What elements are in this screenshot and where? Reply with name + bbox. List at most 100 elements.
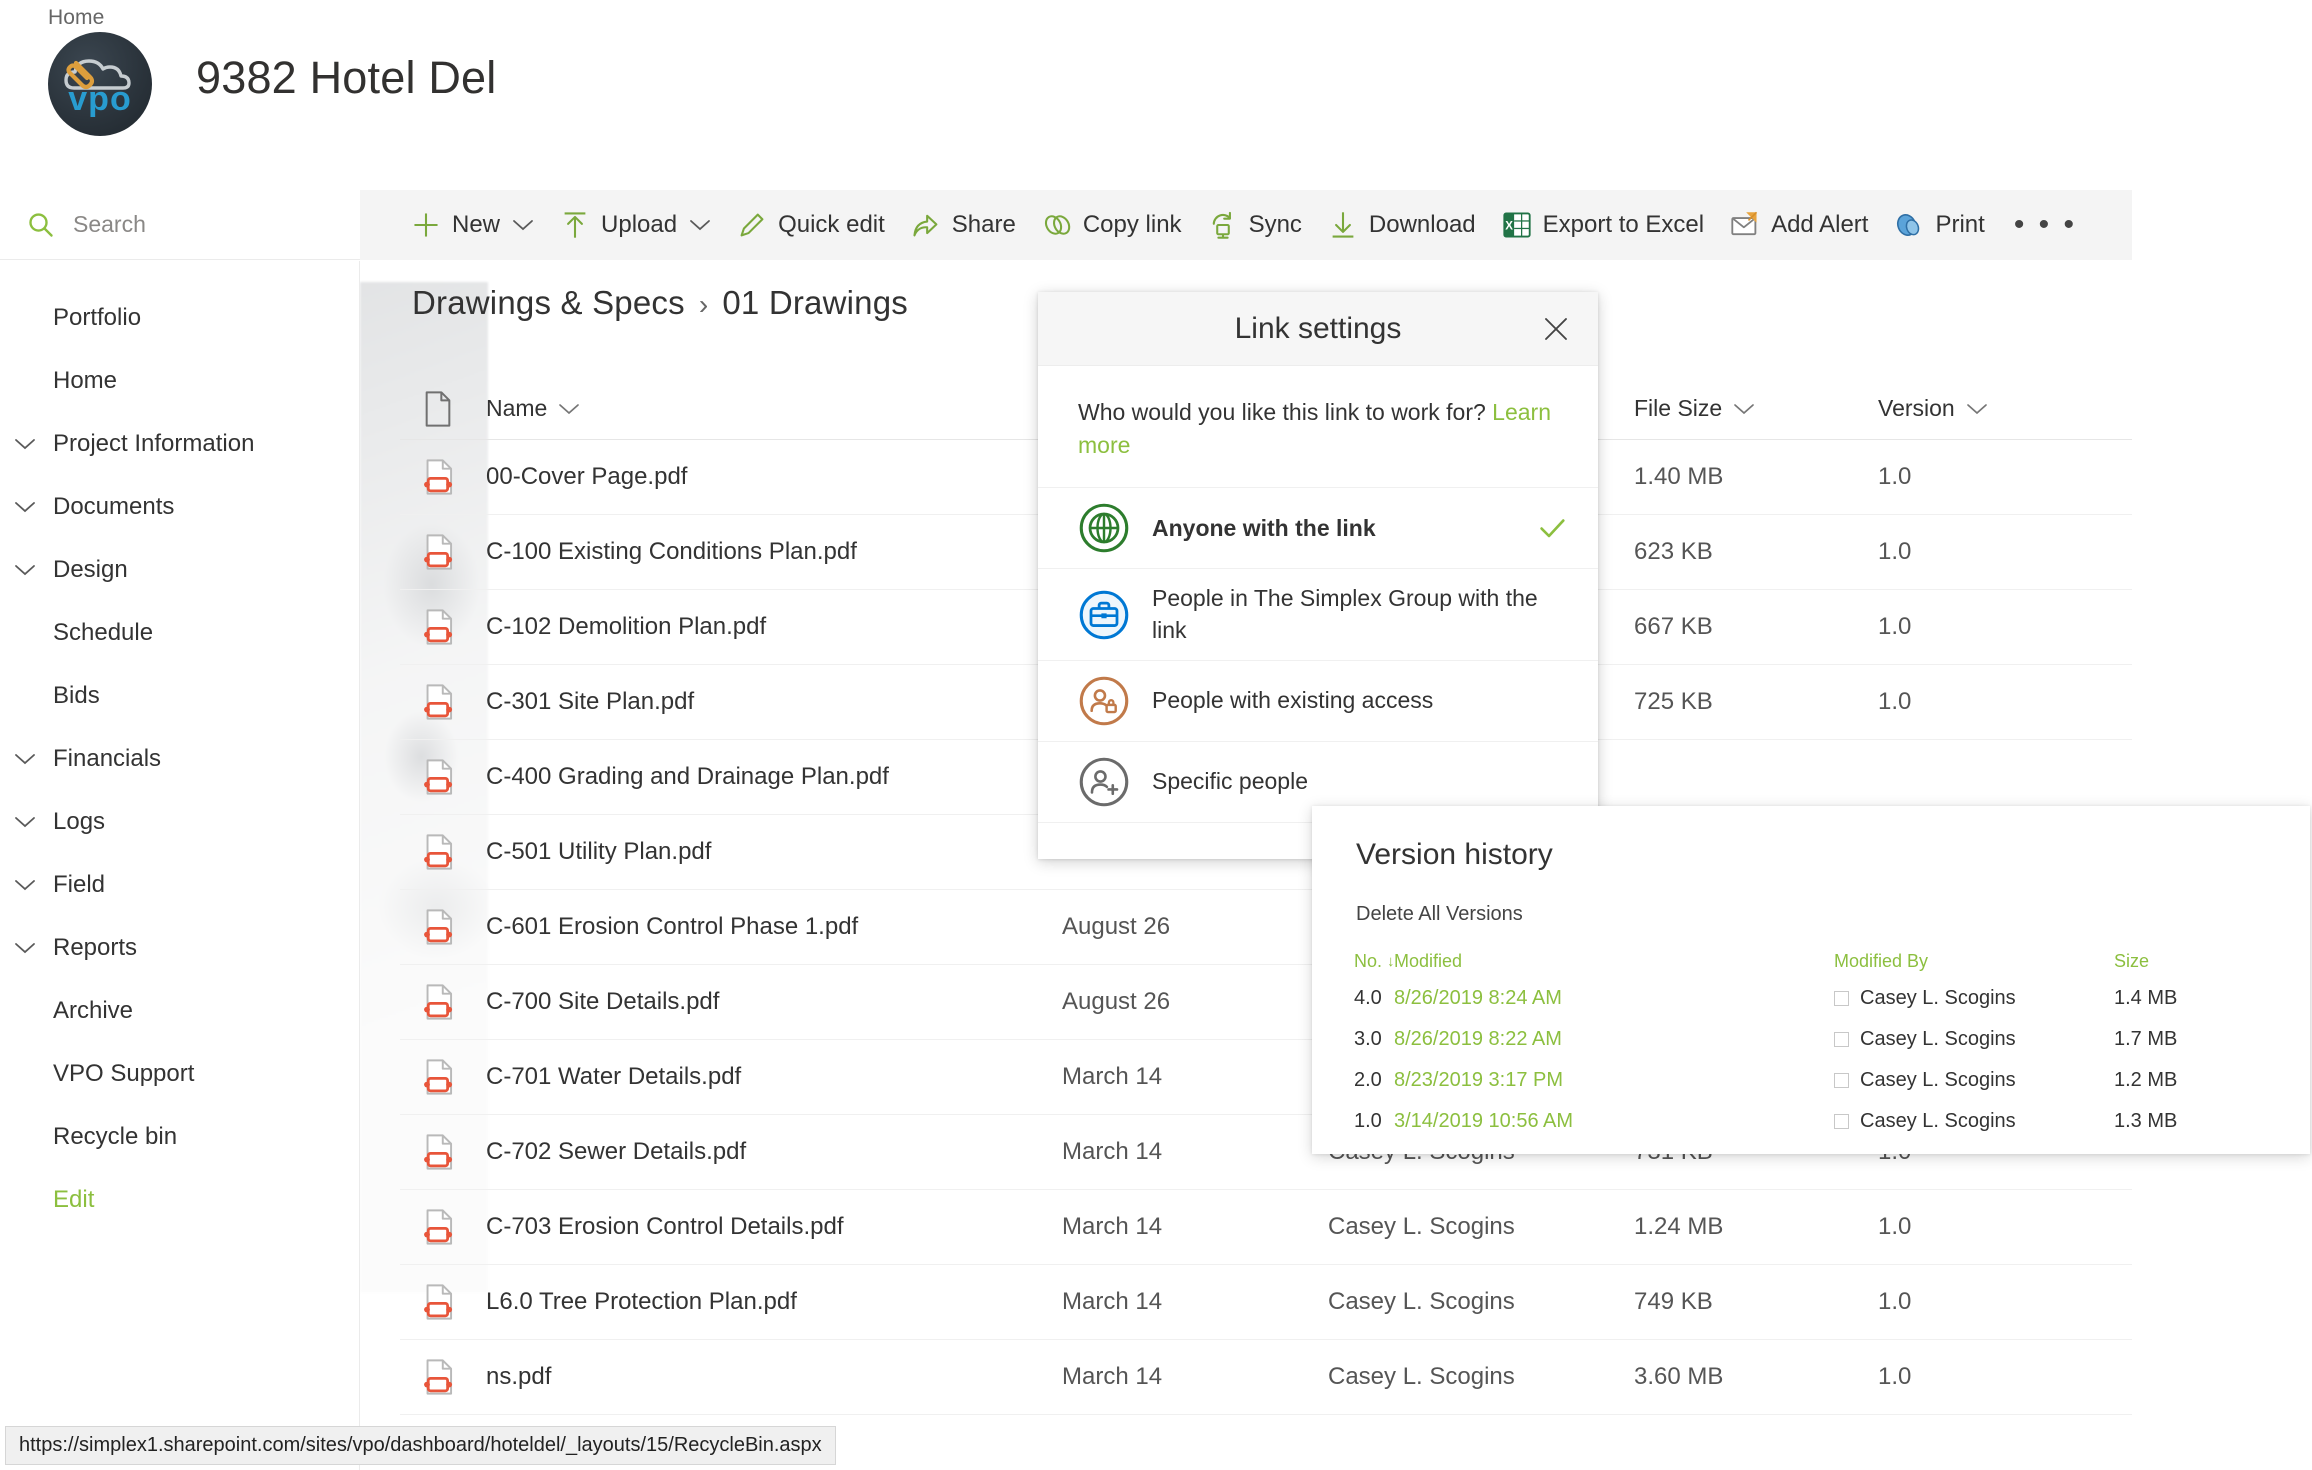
table-row[interactable]: ns.pdf March 14 Casey L. Scogins 3.60 MB 1.0 bbox=[400, 1340, 2132, 1415]
toolbar-button-new[interactable]: New bbox=[398, 190, 547, 260]
breadcrumb-home[interactable]: Home bbox=[48, 6, 104, 30]
version-number: 3.0 bbox=[1354, 1028, 1382, 1050]
vh-column-no[interactable]: No. ↓ bbox=[1354, 951, 1395, 972]
breadcrumb-parent[interactable]: Drawings & Specs bbox=[412, 284, 685, 321]
column-header-name-label: Name bbox=[486, 395, 548, 421]
sidebar-item-design[interactable]: Design bbox=[0, 538, 359, 601]
sidebar-item-documents[interactable]: Documents bbox=[0, 475, 359, 538]
toolbar-overflow-button[interactable]: • • • bbox=[1998, 190, 2093, 260]
version-history-table: No. ↓ Modified Modified By Size 4.0 8/26/… bbox=[1354, 944, 2270, 1142]
column-header-version-label: Version bbox=[1878, 395, 1955, 421]
toolbar-button-download[interactable]: Download bbox=[1315, 190, 1489, 260]
briefcase-icon bbox=[1078, 589, 1130, 641]
sidebar-item-field[interactable]: Field bbox=[0, 853, 359, 916]
pdf-icon bbox=[400, 1132, 486, 1172]
toolbar-button-print[interactable]: Print bbox=[1881, 190, 1997, 260]
sidebar-item-vpo-support[interactable]: VPO Support bbox=[0, 1042, 359, 1105]
sidebar-item-home[interactable]: Home bbox=[0, 349, 359, 412]
toolbar-button-export-to-excel[interactable]: X Export to Excel bbox=[1489, 190, 1717, 260]
chevron-down-icon[interactable] bbox=[14, 563, 36, 577]
site-logo-vpo[interactable]: vpo bbox=[48, 32, 152, 136]
link-option-people-with-existing-access[interactable]: People with existing access bbox=[1038, 661, 1598, 742]
toolbar-button-copy-link[interactable]: Copy link bbox=[1029, 190, 1195, 260]
delete-all-versions-button[interactable]: Delete All Versions bbox=[1356, 903, 1523, 926]
column-header-version[interactable]: Version bbox=[1878, 395, 2078, 422]
table-row[interactable]: L6.0 Tree Protection Plan.pdf March 14 Cas… bbox=[400, 1265, 2132, 1340]
sidebar-item-portfolio[interactable]: Portfolio bbox=[0, 286, 359, 349]
sidebar-item-logs[interactable]: Logs bbox=[0, 790, 359, 853]
search-input-placeholder[interactable]: Search bbox=[73, 211, 146, 238]
toolbar-button-label: Copy link bbox=[1082, 211, 1182, 238]
vh-column-modified-by[interactable]: Modified By bbox=[1834, 951, 2114, 972]
chevron-down-icon[interactable] bbox=[14, 815, 36, 829]
version-modified-date[interactable]: 8/23/2019 3:17 PM bbox=[1394, 1069, 1834, 1092]
chevron-down-icon[interactable] bbox=[14, 500, 36, 514]
table-row[interactable]: C-703 Erosion Control Details.pdf March 1… bbox=[400, 1190, 2132, 1265]
file-name[interactable]: C-301 Site Plan.pdf bbox=[486, 688, 1062, 716]
sidebar-item-recycle-bin[interactable]: Recycle bin bbox=[0, 1105, 359, 1168]
site-header: Home vpo 9382 Hotel Del bbox=[0, 0, 2312, 190]
version-history-title: Version history bbox=[1356, 838, 1553, 871]
sidebar-nav: Portfolio Home Project Information Document… bbox=[0, 261, 360, 1470]
vh-column-modified[interactable]: Modified bbox=[1394, 951, 1834, 972]
check-icon bbox=[1538, 516, 1568, 540]
file-name[interactable]: C-100 Existing Conditions Plan.pdf bbox=[486, 538, 1062, 566]
file-name[interactable]: C-703 Erosion Control Details.pdf bbox=[486, 1213, 1062, 1241]
file-name[interactable]: C-601 Erosion Control Phase 1.pdf bbox=[486, 913, 1062, 941]
sidebar-item-reports[interactable]: Reports bbox=[0, 916, 359, 979]
file-name[interactable]: ns.pdf bbox=[486, 1363, 1062, 1391]
version-row[interactable]: 4.0 8/26/2019 8:24 AM Casey L. Scogins 1.4 … bbox=[1354, 978, 2270, 1019]
sidebar-item-project-information[interactable]: Project Information bbox=[0, 412, 359, 475]
sync-icon bbox=[1208, 210, 1238, 240]
version-row[interactable]: 1.0 3/14/2019 10:56 AM Casey L. Scogins 1.3… bbox=[1354, 1101, 2270, 1142]
close-button[interactable] bbox=[1530, 303, 1582, 355]
file-name[interactable]: C-701 Water Details.pdf bbox=[486, 1063, 1062, 1091]
toolbar-button-sync[interactable]: Sync bbox=[1195, 190, 1315, 260]
chevron-down-icon[interactable] bbox=[14, 437, 36, 451]
search-box[interactable]: Search bbox=[0, 190, 360, 260]
version-modified-by-label: Casey L. Scogins bbox=[1860, 1110, 2016, 1132]
sidebar-item-label: Portfolio bbox=[53, 303, 142, 331]
file-name[interactable]: C-501 Utility Plan.pdf bbox=[486, 838, 1062, 866]
presence-checkbox-icon bbox=[1834, 1073, 1849, 1088]
sidebar-item-edit[interactable]: Edit bbox=[0, 1168, 359, 1231]
version-modified-date[interactable]: 3/14/2019 10:56 AM bbox=[1394, 1110, 1834, 1133]
sidebar-item-bids[interactable]: Bids bbox=[0, 664, 359, 727]
version-modified-date[interactable]: 8/26/2019 8:24 AM bbox=[1394, 987, 1834, 1010]
sidebar-item-schedule[interactable]: Schedule bbox=[0, 601, 359, 664]
toolbar-button-label: Download bbox=[1368, 211, 1476, 238]
sidebar-item-financials[interactable]: Financials bbox=[0, 727, 359, 790]
file-name[interactable]: C-700 Site Details.pdf bbox=[486, 988, 1062, 1016]
pdf-icon bbox=[424, 684, 453, 720]
version-row[interactable]: 2.0 8/23/2019 3:17 PM Casey L. Scogins 1.2 … bbox=[1354, 1060, 2270, 1101]
link-option-anyone-with-the-link[interactable]: Anyone with the link bbox=[1038, 488, 1598, 570]
file-name[interactable]: C-400 Grading and Drainage Plan.pdf bbox=[486, 763, 1062, 791]
sidebar-item-archive[interactable]: Archive bbox=[0, 979, 359, 1042]
breadcrumb-separator-icon: › bbox=[698, 289, 709, 320]
vh-column-size[interactable]: Size bbox=[2114, 951, 2254, 972]
file-name[interactable]: L6.0 Tree Protection Plan.pdf bbox=[486, 1288, 1062, 1316]
link-icon bbox=[1044, 215, 1071, 235]
toolbar-button-share[interactable]: Share bbox=[898, 190, 1029, 260]
breadcrumb-current[interactable]: 01 Drawings bbox=[722, 284, 908, 321]
file-size: 749 KB bbox=[1634, 1288, 1713, 1315]
sidebar-item-label: Recycle bin bbox=[53, 1122, 178, 1150]
chevron-down-icon[interactable] bbox=[14, 752, 36, 766]
people-add-icon bbox=[1079, 757, 1129, 807]
chevron-down-icon[interactable] bbox=[14, 941, 36, 955]
link-option-people-in-the-simplex-group-with-the-link[interactable]: People in The Simplex Group with the lin… bbox=[1038, 569, 1598, 661]
chevron-down-icon bbox=[15, 501, 35, 512]
toolbar-button-quick-edit[interactable]: Quick edit bbox=[724, 190, 898, 260]
toolbar-button-upload[interactable]: Upload bbox=[547, 190, 724, 260]
file-name[interactable]: C-102 Demolition Plan.pdf bbox=[486, 613, 1062, 641]
pdf-icon bbox=[400, 1207, 486, 1247]
toolbar-button-add-alert[interactable]: Add Alert bbox=[1717, 190, 1881, 260]
version-modified-date[interactable]: 8/26/2019 8:22 AM bbox=[1394, 1028, 1834, 1051]
column-header-file-size[interactable]: File Size bbox=[1634, 395, 1878, 422]
chevron-down-icon[interactable] bbox=[14, 878, 36, 892]
column-header-name[interactable]: Name bbox=[486, 395, 1062, 422]
file-name[interactable]: C-702 Sewer Details.pdf bbox=[486, 1138, 1062, 1166]
file-modified-by: Casey L. Scogins bbox=[1328, 1363, 1515, 1390]
file-name[interactable]: 00-Cover Page.pdf bbox=[486, 463, 1062, 491]
version-row[interactable]: 3.0 8/26/2019 8:22 AM Casey L. Scogins 1.7 … bbox=[1354, 1019, 2270, 1060]
